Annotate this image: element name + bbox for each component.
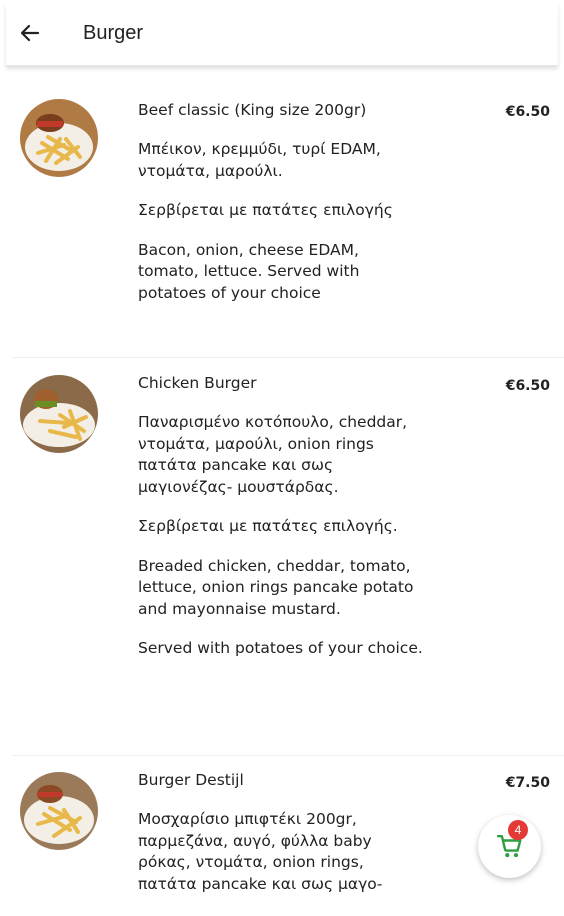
description-served-greek: Σερβίρεται με πατάτες επιλογής. — [138, 517, 398, 535]
menu-list: Beef classic (King size 200gr) €6.50 Μπέ… — [12, 66, 564, 916]
item-name: Beef classic (King size 200gr) — [138, 101, 367, 119]
item-price: €7.50 — [505, 775, 550, 791]
description-served-greek: Σερβίρεται με πατάτες επιλογής — [138, 201, 393, 219]
description-english: Breaded chicken, cheddar, tomato, lettuc… — [138, 556, 414, 618]
item-description: Μοσχαρίσιο μπιφτέκι 200gr, παρμεζάνα, αυ… — [138, 809, 423, 913]
item-description: Μπέικον, κρεμμύδι, τυρί EDAM, ντομάτα, μ… — [138, 139, 423, 322]
burger-photo — [20, 772, 98, 850]
item-image — [20, 772, 98, 850]
app-bar: Burger — [6, 3, 558, 66]
item-price: €6.50 — [505, 378, 550, 394]
burger-photo — [20, 99, 98, 177]
item-image — [20, 375, 98, 453]
menu-item-beef-classic[interactable]: Beef classic (King size 200gr) €6.50 Μπέ… — [12, 66, 564, 358]
cart-count-badge: 4 — [508, 820, 528, 840]
item-image — [20, 99, 98, 177]
item-name: Chicken Burger — [138, 374, 257, 392]
burger-photo — [20, 375, 98, 453]
description-greek: Μοσχαρίσιο μπιφτέκι 200gr, παρμεζάνα, αυ… — [138, 810, 383, 893]
description-greek: Παναρισμένο κοτόπουλο, cheddar, ντομάτα,… — [138, 413, 408, 496]
page-title: Burger — [83, 22, 144, 44]
arrow-left-icon — [20, 24, 40, 42]
description-english: Bacon, onion, cheese EDAM, tomato, lettu… — [138, 240, 360, 302]
item-name: Burger Destijl — [138, 771, 244, 789]
menu-item-chicken-burger[interactable]: Chicken Burger €6.50 Παναρισμένο κοτόπου… — [12, 358, 564, 756]
cart-button[interactable]: 4 — [478, 815, 541, 878]
description-served-english: Served with potatoes of your choice. — [138, 639, 423, 657]
item-description: Παναρισμένο κοτόπουλο, cheddar, ντομάτα,… — [138, 412, 423, 678]
back-button[interactable] — [16, 19, 44, 47]
item-price: €6.50 — [505, 104, 550, 120]
description-greek: Μπέικον, κρεμμύδι, τυρί EDAM, ντομάτα, μ… — [138, 140, 381, 180]
